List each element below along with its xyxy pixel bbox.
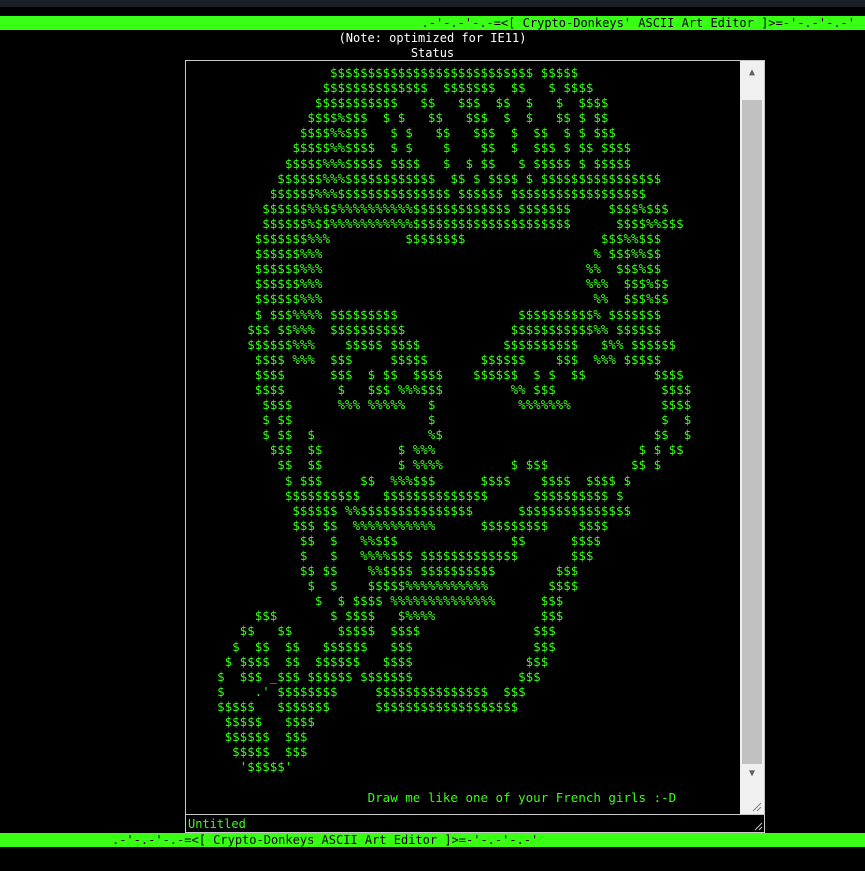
art-line: $$$$$$%%% %%% $$$%$$ <box>187 276 669 292</box>
art-line: $$$$$$%%%$$$$$$$$$$$$$$$ $$$$$$ $$$$$$$$… <box>187 185 647 201</box>
scroll-down-arrow-icon[interactable]: ▼ <box>740 764 764 784</box>
filename-label: Untitled <box>188 817 246 831</box>
art-line: $$$$$$%%$$%%%%%%%%%%$$$$$$$$$$$$$ $$$$$$… <box>187 200 669 216</box>
art-line: $$$$%$$$ $ $ $$ $$$ $ $ $$ $ $$ <box>187 110 609 126</box>
art-line: $$$$ $$$ $ $$ $$$$ $$$$$$ $ $ $$ $$$$ <box>187 366 684 382</box>
art-line: $$$$$$%%% % $$$%%$$ <box>187 246 662 262</box>
art-line: $$$$$$$$$$$ $$ $$$ $$ $ $ $$$$ <box>187 95 609 111</box>
status-label: Status <box>410 46 455 60</box>
art-line: $$$$$$%%% %% $$$%$$ <box>187 291 669 307</box>
ascii-editor-textarea[interactable]: $$$$$$$$$$$$$$$$$$$$$$$$$$$ $$$$$ $$$$$$… <box>185 60 765 815</box>
art-line: $$ $$ %%$$$$ $$$$$$$$$$ $$$ <box>187 563 579 579</box>
art-line: $ $$ $ $ $ <box>187 412 692 428</box>
art-line: $$$$$$$%%% $$$$$$$$ $$$%%$$$ <box>187 231 662 247</box>
art-line: $ $ $$$$$%%%%%%%%%%% $$$$ <box>187 578 579 594</box>
ascii-art-content[interactable]: $$$$$$$$$$$$$$$$$$$$$$$$$$$ $$$$$ $$$$$$… <box>187 65 740 814</box>
art-line: $$$$%%$$$ $ $ $$ $$$ $ $$ $ $ $$$ <box>187 125 616 141</box>
art-line: $ $$$ _$$$ $$$$$$ $$$$$$$ $$$ <box>187 668 541 684</box>
art-line: $ $$$%%%% $$$$$$$$$ $$$$$$$$$$% $$$$$$$ <box>187 306 662 322</box>
art-line: $$$ $ $$$$ $%%%% $$$ <box>187 608 564 624</box>
art-line: $ $$ $$ $$$$$$ $$$ $$$ <box>187 638 556 654</box>
caption-line: Draw me like one of your French girls :-… <box>187 789 677 805</box>
art-line: $$$$$ $$$$$$$ $$$$$$$$$$$$$$$$$$$ <box>187 698 519 714</box>
art-line: '$$$$$' <box>187 759 293 775</box>
art-line: $$$$ $ $$$ %%%$$$ %% $$$ $$$$ <box>187 381 692 397</box>
footer-banner: .-'-.-'-.-=<[ Crypto-Donkeys ASCII Art E… <box>0 833 865 847</box>
art-line: $$$$$$ $$$ <box>187 729 308 745</box>
art-line: $$$$$$$$$$$$$$$$$$$$$$$$$$$ $$$$$ <box>187 65 579 80</box>
resize-grip-icon[interactable] <box>753 821 763 831</box>
art-line: $$$$$%%%$$$$$ $$$$ $ $ $$ $ $$$$$ $ $$$$… <box>187 155 632 171</box>
art-line: $$$$ %%% $$$ $$$$$ $$$$$$ $$$ %%% $$$$$ <box>187 351 662 367</box>
resize-grip-icon[interactable] <box>750 800 762 812</box>
header-banner: .-'-.-'-.-=<[ Crypto-Donkeys' ASCII Art … <box>0 16 865 30</box>
art-line: $$$$ %%% %%%%% $ %%%%%%% $$$$ <box>187 397 692 413</box>
scrollbar-corner <box>740 788 764 814</box>
art-line: $ $ %%%%$$$ $$$$$$$$$$$$$ $$$ <box>187 548 594 563</box>
art-line: $$$$$$$$$$ $$$$$$$$$$$$$$ $$$$$$$$$$ $ <box>187 487 624 503</box>
art-line: $$ $$ $$$$$ $$$$ $$$ <box>187 623 556 639</box>
filename-bar[interactable]: Untitled <box>185 815 765 833</box>
art-line: $$$$$$$$$$$$$$ $$$$$$$ $$ $ $$$$ <box>187 80 594 96</box>
scroll-up-arrow-icon[interactable]: ▲ <box>740 63 764 83</box>
window-top-strip <box>0 0 865 7</box>
art-line: $$$ $$%%% $$$$$$$$$$ $$$$$$$$$$$%% $$$$$… <box>187 321 662 337</box>
art-line: $$$$$ $$$$ <box>187 714 315 730</box>
art-line: $ $ $$$$ %%%%%%%%%%%%%% $$$ <box>187 593 564 609</box>
art-line: $$$$$$%%% $$$$$ $$$$ $$$$$$$$$$ $%% $$$$… <box>187 336 677 352</box>
art-line: $$$$$%%$$$$ $ $ $ $$ $ $$$ $ $$ $$$$ <box>187 140 632 156</box>
art-line: $$$$$$%$$%%%%%%%%%%%$$$$$$$$$$$$$$$$$$$$… <box>187 215 684 231</box>
art-line: $$$ $$ %%%%%%%%%%% $$$$$$$$$ $$$$ <box>187 517 609 533</box>
art-line: $$ $$ $ %%%% $ $$$ $$ $ <box>187 457 662 473</box>
art-line: $ .' $$$$$$$$ $$$$$$$$$$$$$$$ $$$ <box>187 683 526 699</box>
art-line: $ $$$ $$ %%%$$$ $$$$ $$$$ $$$$ $ <box>187 472 632 488</box>
art-line: $$$ $$ $ %%% $ $ $$ <box>187 442 684 458</box>
art-line: $$$$$$%%%$$$$$$$$$$$$ $$ $ $$$$ $ $$$$$$… <box>187 170 662 186</box>
art-line: $ $$ $ %$ $$ $ <box>187 427 692 443</box>
art-line: $$ $ %%$$$ $$ $$$$ <box>187 532 601 548</box>
optimization-note: (Note: optimized for IE11) <box>338 31 527 45</box>
art-line: $$$$$$ %%$$$$$$$$$$$$$$$ $$$$$$$$$$$$$$$ <box>187 502 632 518</box>
scrollbar-thumb[interactable] <box>742 100 762 764</box>
art-line: $$$$$ $$$ <box>187 744 308 760</box>
art-line: $ $$$$ $$ $$$$$$ $$$$ $$$ <box>187 653 549 669</box>
vertical-scrollbar[interactable]: ▲ ▼ <box>740 61 764 814</box>
art-line: $$$$$$%%% %% $$$%$$ <box>187 261 662 277</box>
